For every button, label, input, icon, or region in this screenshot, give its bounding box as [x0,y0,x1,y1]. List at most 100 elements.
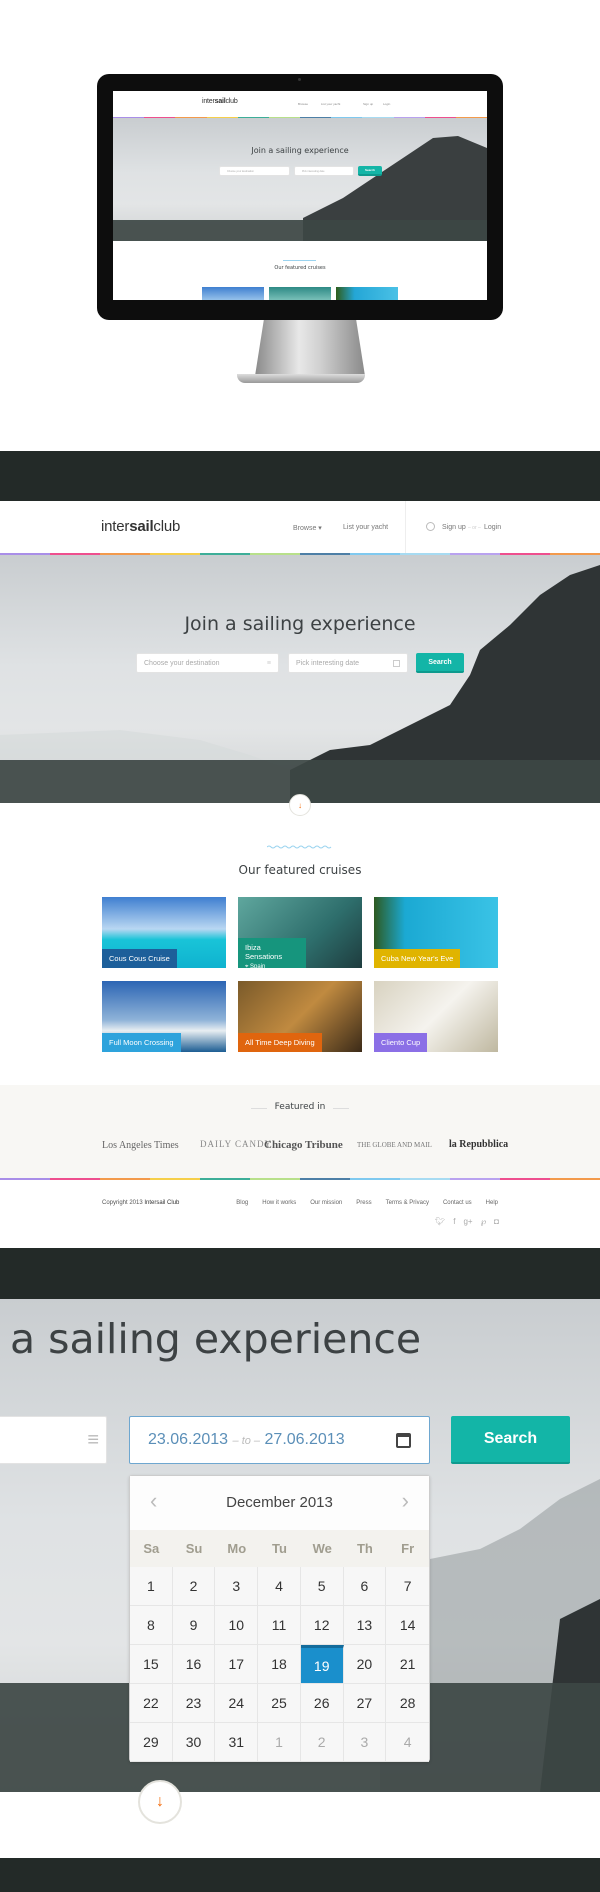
cruise-card[interactable]: Ibiza Sensations ⌖ Spain [238,897,362,968]
stripe-segment [150,1178,200,1180]
calendar-day[interactable]: 1 [258,1723,301,1762]
calendar-day[interactable]: 28 [386,1684,429,1723]
calendar-day[interactable]: 25 [258,1684,301,1723]
calendar-icon[interactable] [396,1432,411,1448]
stripe-segment [350,1178,400,1180]
calendar-day[interactable]: 2 [172,1567,216,1606]
footer-link[interactable]: How it works [262,1200,296,1206]
cruise-title: Ibiza Sensations [245,943,283,961]
destination-input[interactable]: ≡ [0,1416,107,1464]
calendar-day[interactable]: 30 [172,1723,216,1762]
cruise-card-label: Cuba New Year's Eve [374,949,461,968]
stripe-segment [50,1178,100,1180]
mini-header: intersailclub Browse List your yacht Sig… [113,91,487,117]
facebook-icon[interactable]: f [453,1217,455,1226]
calendar-day[interactable]: 14 [386,1606,429,1645]
calendar-day[interactable]: 29 [130,1723,173,1762]
mini-hero-band [113,220,487,241]
monitor-camera [298,78,301,81]
calendar-day[interactable]: 3 [343,1723,387,1762]
calendar-day[interactable]: 20 [343,1645,387,1684]
calendar-day[interactable]: 26 [300,1684,344,1723]
calendar-day[interactable]: 8 [130,1606,173,1645]
scroll-down-button[interactable]: ↓ [138,1780,182,1824]
press-logo-la-repubblica: la Repubblica [449,1139,509,1150]
calendar-day[interactable]: 1 [130,1567,173,1606]
calendar-day[interactable]: 3 [215,1567,259,1606]
stripe-segment [200,1178,250,1180]
stripe-segment [500,1178,550,1180]
calendar-day[interactable]: 23 [172,1684,216,1723]
pinterest-icon[interactable]: ℘ [481,1217,487,1226]
calendar-day[interactable]: 24 [215,1684,259,1723]
calendar-day[interactable]: 18 [258,1645,301,1684]
next-month-button[interactable]: › [402,1488,409,1514]
calendar-day[interactable]: 15 [130,1645,173,1684]
nav-browse[interactable]: Browse ▾ [293,524,322,532]
twitter-icon[interactable]: 🐦︎ [435,1217,445,1226]
cruise-title: Cous Cous Cruise [109,954,170,963]
footer-link[interactable]: Terms & Privacy [386,1200,429,1206]
footer-link[interactable]: Contact us [443,1200,472,1206]
mini-destination: Choose your destination [219,166,290,176]
press-logo-daily-candy: DAILY CANDY [200,1139,273,1149]
mini-featured-title: Our featured cruises [274,265,326,271]
cruise-card[interactable]: Cous Cous Cruise [102,897,226,968]
calendar-day[interactable]: 12 [300,1606,344,1645]
search-button[interactable]: Search [416,653,464,673]
homepage-section: intersailclub Browse ▾ List your yacht S… [0,501,600,1248]
weekday-label: Sa [130,1530,173,1567]
press-logo-chicago-tribune: Chicago Tribune [264,1139,343,1151]
cruise-title: Cliento Cup [381,1038,421,1047]
calendar-day[interactable]: 6 [343,1567,387,1606]
stripe-segment [250,1178,300,1180]
footer-link[interactable]: Press [356,1200,371,1206]
nav-sign-up[interactable]: Sign up [442,524,466,531]
calendar-day[interactable]: 27 [343,1684,387,1723]
calendar-day[interactable]: 10 [215,1606,259,1645]
footer-link[interactable]: Our mission [310,1200,342,1206]
destination-input[interactable]: Choose your destination ≡ [136,653,279,673]
date-input[interactable]: Pick interesting date [288,653,408,673]
calendar-day[interactable]: 9 [172,1606,216,1645]
calendar-icon [393,659,400,667]
cruise-card[interactable]: Full Moon Crossing [102,981,226,1052]
cruise-card[interactable]: Cliento Cup [374,981,498,1052]
search-button[interactable]: Search [451,1416,570,1464]
calendar-day[interactable]: 21 [386,1645,429,1684]
logo[interactable]: intersailclub [101,518,180,535]
calendar-popup: ‹ December 2013 › Sa Su Mo Tu We Th Fr 1234567… [129,1475,430,1762]
scroll-down-button[interactable]: ↓ [289,794,311,816]
calendar-day[interactable]: 2 [300,1723,344,1762]
nav-login[interactable]: Login [484,524,501,531]
date-from: 23.06.2013 [148,1431,229,1448]
calendar-day[interactable]: 22 [130,1684,173,1723]
calendar-day[interactable]: 31 [215,1723,259,1762]
instagram-icon[interactable]: ◘ [494,1217,499,1226]
featured-in-title: Featured in [274,1102,326,1112]
nav-list-yacht[interactable]: List your yacht [343,524,388,531]
footer-link[interactable]: Help [486,1200,498,1206]
calendar-day[interactable]: 19 [300,1645,344,1684]
calendar-day[interactable]: 5 [300,1567,344,1606]
google-plus-icon[interactable]: g+ [463,1217,472,1226]
cruise-card[interactable]: Cuba New Year's Eve [374,897,498,968]
user-avatar-icon [426,522,435,531]
calendar-day[interactable]: 16 [172,1645,216,1684]
weekday-label: Su [172,1530,216,1567]
cruise-card[interactable]: All Time Deep Diving [238,981,362,1052]
copyright: Copyright 2013 Intersail Club [102,1200,180,1206]
weekday-header: Sa Su Mo Tu We Th Fr [130,1530,429,1567]
weekday-label: Tu [258,1530,301,1567]
calendar-day[interactable]: 4 [386,1723,429,1762]
calendar-day[interactable]: 7 [386,1567,429,1606]
weekday-label: Mo [215,1530,259,1567]
date-range-input[interactable]: 23.06.2013 – to – 27.06.2013 [129,1416,430,1464]
calendar-day[interactable]: 11 [258,1606,301,1645]
divider-line [333,1108,349,1109]
calendar-day[interactable]: 13 [343,1606,387,1645]
footer-link[interactable]: Blog [236,1200,248,1206]
calendar-day[interactable]: 17 [215,1645,259,1684]
cruise-title: Cuba New Year's Eve [381,954,454,963]
calendar-day[interactable]: 4 [258,1567,301,1606]
